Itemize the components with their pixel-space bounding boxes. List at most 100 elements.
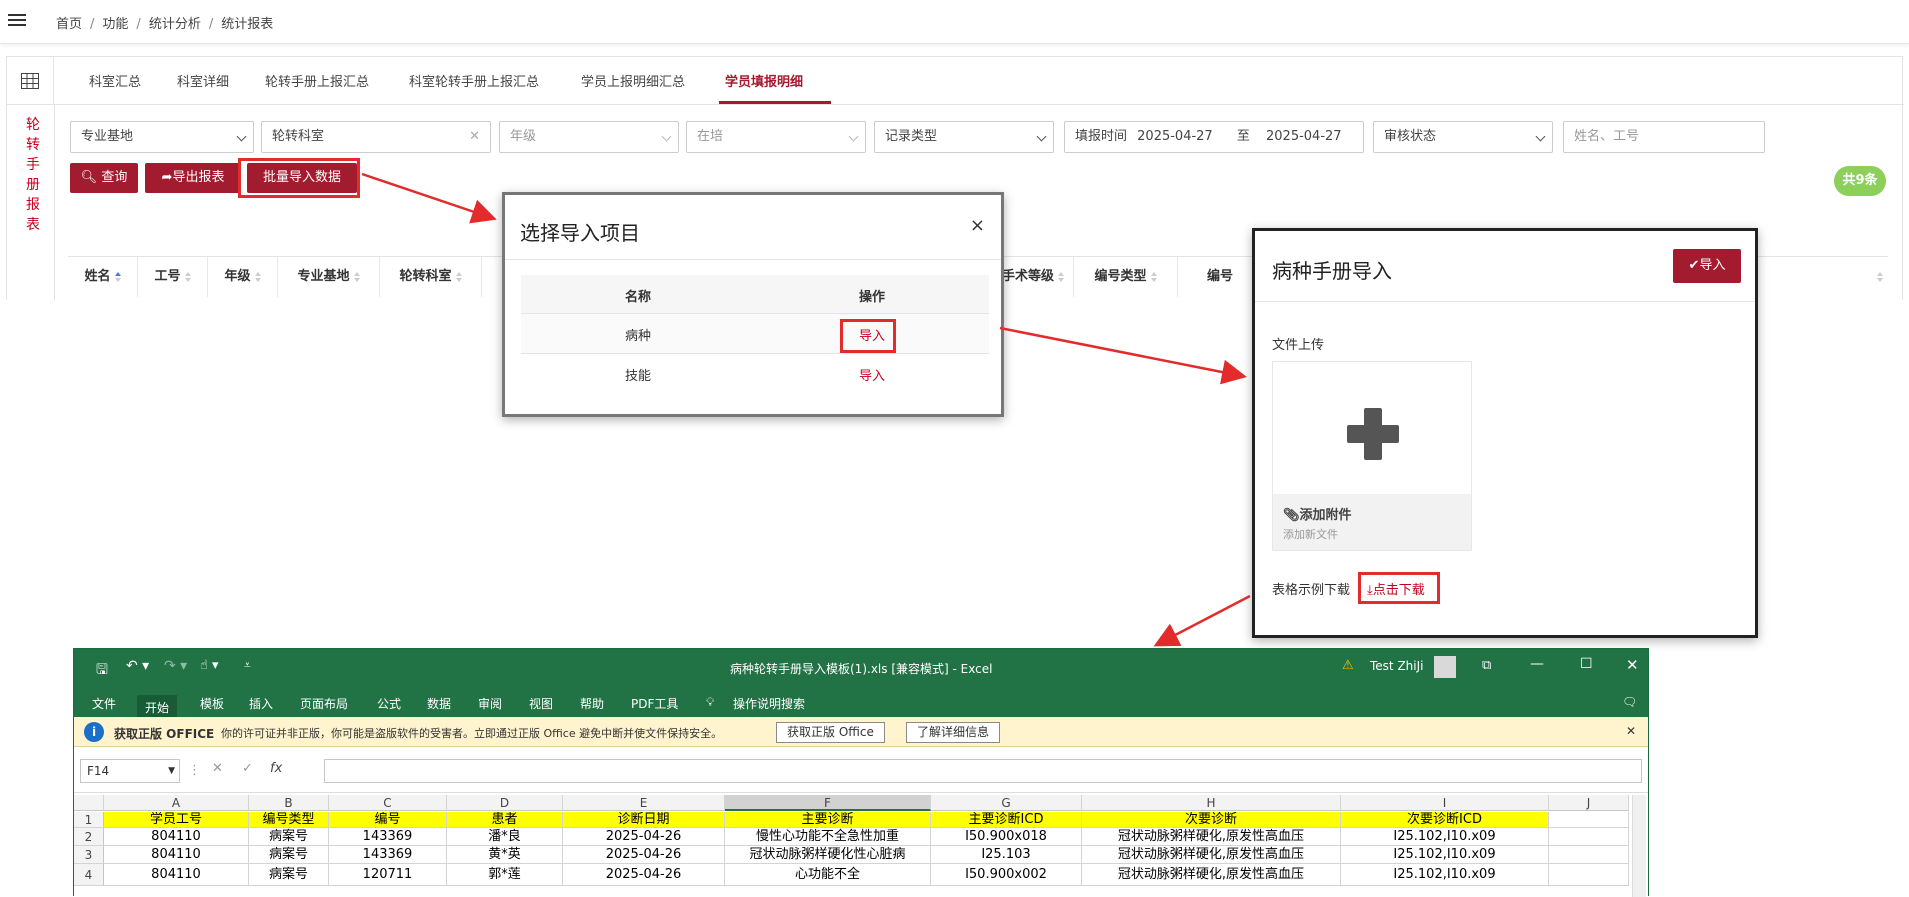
table-cell[interactable]: 病案号 xyxy=(249,864,329,886)
touch-mode-icon[interactable]: ☝ ▾ xyxy=(200,658,219,673)
menu-insert[interactable]: 插入 xyxy=(249,695,273,712)
save-icon[interactable]: 🖫 xyxy=(96,659,108,683)
function-icon[interactable]: fx xyxy=(270,761,282,776)
date-to[interactable]: 2025-04-27 xyxy=(1266,129,1342,144)
table-cell[interactable] xyxy=(1549,864,1629,886)
row-header[interactable]: 3 xyxy=(74,846,104,864)
dept-select[interactable]: 轮转科室 ✕ xyxy=(261,121,491,153)
tab-student-fill-detail[interactable]: 学员填报明细 xyxy=(725,71,803,90)
spreadsheet-grid[interactable]: A B C D E F G H I J 1 学员工号 编号类型 编号 患者 诊断日期 主要诊断 主要诊断ICD 次要… xyxy=(74,795,1648,897)
comment-icon[interactable]: 🗨︎ xyxy=(1622,695,1637,709)
status-select[interactable]: 在培 xyxy=(686,121,866,153)
tab-student-report-summary[interactable]: 学员上报明细汇总 xyxy=(581,71,685,90)
minimize-icon[interactable]: — xyxy=(1530,656,1544,672)
menu-page-layout[interactable]: 页面布局 xyxy=(300,695,348,712)
vertical-scrollbar[interactable] xyxy=(1632,795,1646,897)
table-cell[interactable]: 编号类型 xyxy=(249,812,329,828)
record-type-select[interactable]: 记录类型 xyxy=(874,121,1054,153)
table-cell[interactable]: 黄*英 xyxy=(447,846,563,864)
tab-dept-rotation-summary[interactable]: 科室轮转手册上报汇总 xyxy=(409,71,539,90)
base-select[interactable]: 专业基地 xyxy=(70,121,254,153)
row-header[interactable]: 1 xyxy=(74,812,104,828)
table-cell[interactable]: 主要诊断 xyxy=(725,812,931,828)
table-cell[interactable]: 2025-04-26 xyxy=(563,828,725,846)
table-cell[interactable]: 2025-04-26 xyxy=(563,846,725,864)
table-cell[interactable]: 143369 xyxy=(329,846,447,864)
table-cell[interactable]: 学员工号 xyxy=(104,812,249,828)
maximize-icon[interactable]: ☐ xyxy=(1580,656,1593,672)
menu-formulas[interactable]: 公式 xyxy=(377,695,401,712)
col-number-type[interactable]: 编号类型 xyxy=(1074,257,1178,297)
tab-rotation-summary[interactable]: 轮转手册上报汇总 xyxy=(265,71,369,90)
menu-help[interactable]: 帮助 xyxy=(580,695,604,712)
grade-select[interactable]: 年级 xyxy=(499,121,679,153)
table-cell[interactable]: 慢性心功能不全急性加重 xyxy=(725,828,931,846)
table-cell[interactable]: 病案号 xyxy=(249,828,329,846)
col-base[interactable]: 专业基地 xyxy=(278,257,380,297)
breadcrumb-function[interactable]: 功能 xyxy=(102,17,128,32)
table-cell[interactable]: 2025-04-26 xyxy=(563,864,725,886)
breadcrumb-home[interactable]: 首页 xyxy=(56,17,82,32)
table-cell[interactable] xyxy=(1549,812,1629,828)
customize-toolbar-icon[interactable]: ⩡ xyxy=(244,658,251,673)
table-cell[interactable]: 120711 xyxy=(329,864,447,886)
menu-view[interactable]: 视图 xyxy=(529,695,553,712)
menu-review[interactable]: 审阅 xyxy=(478,695,502,712)
column-header[interactable]: C xyxy=(329,795,447,811)
cancel-icon[interactable]: ✕ xyxy=(212,761,223,776)
table-cell[interactable]: 次要诊断ICD xyxy=(1341,812,1549,828)
sort-icon[interactable] xyxy=(1868,257,1888,297)
table-cell[interactable]: I50.900x002 xyxy=(931,864,1082,886)
close-icon[interactable]: × xyxy=(970,215,985,236)
table-cell[interactable]: 143369 xyxy=(329,828,447,846)
column-header[interactable]: B xyxy=(249,795,329,811)
menu-data[interactable]: 数据 xyxy=(427,695,451,712)
table-cell[interactable]: I25.102,I10.x09 xyxy=(1341,846,1549,864)
row-header[interactable]: 2 xyxy=(74,828,104,846)
table-cell[interactable]: 冠状动脉粥样硬化,原发性高血压 xyxy=(1082,846,1341,864)
name-search-input[interactable]: 姓名、工号 xyxy=(1563,121,1765,153)
menu-template[interactable]: 模板 xyxy=(200,695,224,712)
audit-select[interactable]: 审核状态 xyxy=(1373,121,1553,153)
tab-dept-summary[interactable]: 科室汇总 xyxy=(89,71,141,90)
table-cell[interactable]: 潘*良 xyxy=(447,828,563,846)
date-from[interactable]: 2025-04-27 xyxy=(1137,129,1213,144)
menu-pdf-tools[interactable]: PDF工具 xyxy=(631,695,678,712)
column-header[interactable]: G xyxy=(931,795,1082,811)
table-cell[interactable]: I25.103 xyxy=(931,846,1082,864)
table-cell[interactable]: 心功能不全 xyxy=(725,864,931,886)
table-cell[interactable]: 编号 xyxy=(329,812,447,828)
excel-user[interactable]: Test ZhiJi xyxy=(1370,659,1423,673)
import-skill-link[interactable]: 导入 xyxy=(859,369,885,384)
breadcrumb-stats[interactable]: 统计分析 xyxy=(149,17,201,32)
column-header[interactable]: F xyxy=(725,795,931,811)
menu-tell-me[interactable]: 操作说明搜索 xyxy=(733,695,805,712)
table-cell[interactable]: I25.102,I10.x09 xyxy=(1341,828,1549,846)
col-surgery-level[interactable]: 手术等级 xyxy=(992,257,1074,297)
col-grade[interactable]: 年级 xyxy=(208,257,278,297)
menu-file[interactable]: 文件 xyxy=(92,695,116,712)
redo-icon[interactable]: ↷ ▾ xyxy=(164,658,187,674)
import-button[interactable]: ✔导入 xyxy=(1673,249,1741,283)
close-icon[interactable]: ✕ xyxy=(1626,724,1636,738)
table-cell[interactable]: 次要诊断 xyxy=(1082,812,1341,828)
formula-input[interactable] xyxy=(324,759,1642,783)
table-cell[interactable]: 郭*莲 xyxy=(447,864,563,886)
table-cell[interactable]: 主要诊断ICD xyxy=(931,812,1082,828)
menu-icon[interactable] xyxy=(8,11,26,29)
table-cell[interactable]: I50.900x018 xyxy=(931,828,1082,846)
close-icon[interactable]: ✕ xyxy=(1626,656,1639,674)
tab-dept-detail[interactable]: 科室详细 xyxy=(177,71,229,90)
name-box[interactable]: F14 ▼ xyxy=(80,759,180,783)
col-name[interactable]: 姓名 xyxy=(68,257,138,297)
select-all-corner[interactable] xyxy=(74,795,104,811)
upload-dropzone[interactable]: 📎︎添加附件 添加新文件 xyxy=(1272,361,1472,551)
column-header[interactable]: H xyxy=(1082,795,1341,811)
table-cell[interactable]: 诊断日期 xyxy=(563,812,725,828)
col-number[interactable]: 编号 xyxy=(1178,257,1262,297)
date-range[interactable]: 填报时间 2025-04-27 至 2025-04-27 xyxy=(1064,121,1364,153)
table-cell[interactable]: 804110 xyxy=(104,864,249,886)
column-header[interactable]: J xyxy=(1549,795,1629,811)
clear-icon[interactable]: ✕ xyxy=(469,122,480,152)
export-button[interactable]: ➦导出报表 xyxy=(145,163,241,193)
